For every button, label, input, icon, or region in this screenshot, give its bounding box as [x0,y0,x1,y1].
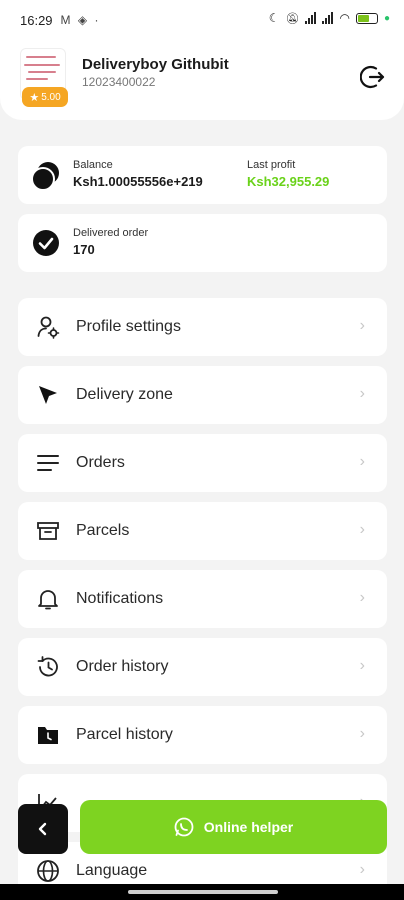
menu-item-label: Parcel history [76,726,173,743]
chevron-right-icon: › [359,861,365,878]
menu-item-profile-settings[interactable]: Profile settings › [18,298,387,356]
menu-item-label: Notifications [76,590,164,607]
navigation-arrow-icon [39,386,57,404]
chevron-right-icon: › [359,589,365,606]
menu-item-label: Orders [76,454,125,471]
menu-item-parcel-history[interactable]: Parcel history › [18,706,387,764]
user-phone: 12023400022 [82,75,156,89]
home-gesture-pill[interactable] [128,890,278,894]
status-notification-icons: M ◈ · [60,13,101,27]
last-profit-label: Last profit [247,159,296,171]
delivered-order-value: 170 [73,242,95,257]
chevron-right-icon: › [359,385,365,402]
online-helper-label: Online helper [203,819,294,835]
user-gear-icon [37,316,60,339]
logout-icon[interactable] [360,64,386,90]
profile-header: ★ 5.00 Deliveryboy Githubit 12023400022 [0,40,404,120]
system-nav-bar [0,884,404,900]
balance-label: Balance [73,159,113,171]
online-helper-button[interactable]: Online helper [80,800,387,854]
moon-icon: ☾ [268,11,280,25]
balance-value: Ksh1.00055556e+219 [73,174,203,189]
last-profit-value: Ksh32,955.29 [247,174,330,189]
bell-icon [38,590,58,610]
whatsapp-icon [174,817,194,837]
chevron-right-icon: › [359,657,365,674]
chevron-right-icon: › [359,453,365,470]
menu-item-order-history[interactable]: Order history › [18,638,387,696]
balance-card: Balance Ksh1.00055556e+219 Last profit K… [18,146,387,204]
wallet-coins-icon [31,162,59,191]
chevron-right-icon: › [359,521,365,538]
menu-item-parcels[interactable]: Parcels › [18,502,387,560]
chevron-left-icon [38,822,47,836]
menu-item-label: Language [76,862,148,879]
chevron-right-icon: › [359,725,365,742]
status-time: 16:29 [20,12,53,28]
delivered-order-label: Delivered order [73,227,149,239]
menu-item-label: Parcels [76,522,130,539]
charging-icon: ● [383,12,390,24]
star-icon: ★ [29,91,40,104]
history-icon [37,656,58,677]
battery-icon [355,12,378,24]
globe-icon [37,860,59,882]
wifi-icon: ◠ [339,11,350,25]
archive-box-icon [37,522,59,540]
menu-item-notifications[interactable]: Notifications › [18,570,387,628]
menu-item-orders[interactable]: Orders › [18,434,387,492]
menu-item-label: Delivery zone [76,386,173,403]
user-name: Deliveryboy Githubit [82,56,229,73]
status-right-icons: ☾ 🔕︎ ◠ ● [269,11,390,25]
back-button[interactable] [18,804,68,854]
folder-icon [38,727,58,744]
chevron-right-icon: › [359,317,365,334]
signal-icon-2 [322,12,334,24]
delivered-order-card: Delivered order 170 [18,214,387,272]
rating-badge: ★ 5.00 [22,87,68,107]
mute-icon: 🔕︎ [285,12,300,25]
menu-item-label: Profile settings [76,318,181,335]
check-circle-icon [33,230,59,256]
rating-value: 5.00 [41,91,61,103]
status-bar: 16:29 M ◈ · ☾ 🔕︎ ◠ ● [0,0,404,40]
list-icon [37,455,59,471]
menu-item-label: Order history [76,658,169,675]
menu-item-delivery-zone[interactable]: Delivery zone › [18,366,387,424]
signal-icon [305,12,317,24]
